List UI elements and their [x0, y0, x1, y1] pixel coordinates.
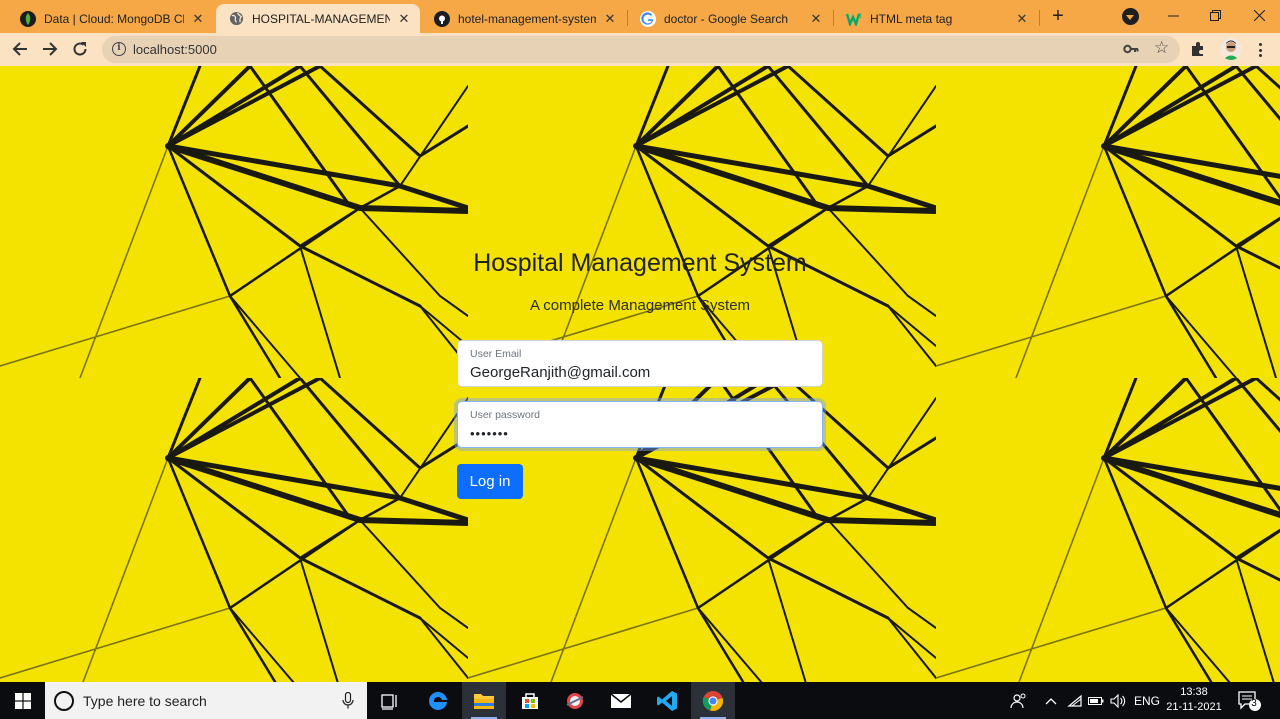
new-tab-button[interactable]: +	[1047, 4, 1069, 28]
language-indicator[interactable]: ENG	[1132, 682, 1162, 719]
wifi-icon[interactable]	[1066, 682, 1084, 719]
close-icon[interactable]: ✕	[396, 11, 412, 27]
notification-center-icon[interactable]: 3	[1234, 682, 1264, 719]
start-button[interactable]	[0, 682, 45, 719]
page-subtitle: A complete Management System	[529, 297, 751, 314]
file-explorer-icon[interactable]	[462, 682, 506, 719]
cortana-icon[interactable]	[54, 691, 74, 711]
email-input[interactable]: GeorgeRanjith@gmail.com	[470, 364, 650, 381]
tab-title: hotel-management-system/p	[458, 11, 596, 26]
address-bar[interactable]: i localhost:5000 ☆	[102, 36, 1180, 63]
tab-hospital-management[interactable]: HOSPITAL-MANAGEMENT ✕	[216, 4, 420, 33]
people-icon[interactable]	[1008, 682, 1030, 719]
back-button[interactable]	[7, 36, 33, 62]
email-field[interactable]: User Email GeorgeRanjith@gmail.com	[457, 340, 823, 387]
browser-toolbar: i localhost:5000 ☆	[0, 33, 1280, 66]
tab-search-icon[interactable]	[1122, 8, 1139, 25]
mail-icon[interactable]	[599, 682, 643, 719]
url-text[interactable]: localhost:5000	[133, 42, 217, 57]
task-view-icon[interactable]	[368, 682, 412, 719]
notification-count: 3	[1251, 698, 1257, 709]
tab-title: HOSPITAL-MANAGEMENT	[252, 11, 390, 26]
profile-avatar[interactable]	[1220, 38, 1242, 60]
windows-logo-icon	[14, 692, 31, 709]
reload-button[interactable]	[67, 36, 93, 62]
close-icon[interactable]: ✕	[1014, 11, 1030, 27]
google-icon	[640, 10, 656, 27]
search-placeholder: Type here to search	[83, 693, 207, 709]
svg-text:3: 3	[858, 13, 862, 20]
password-input[interactable]: •••••••	[470, 426, 509, 441]
battery-icon[interactable]	[1087, 682, 1105, 719]
password-label: User password	[470, 409, 541, 421]
browser-menu-icon[interactable]	[1253, 41, 1267, 59]
mongodb-leaf-icon	[20, 10, 36, 27]
windows-taskbar: Type here to search ENG 13:38 21-11-2021…	[0, 682, 1280, 719]
close-window-button[interactable]	[1238, 0, 1280, 30]
tab-title: Data | Cloud: MongoDB Cloud	[44, 11, 184, 26]
clock-time: 13:38	[1180, 686, 1208, 698]
tab-html-meta[interactable]: 3 HTML meta tag ✕	[834, 4, 1038, 33]
taskbar-clock[interactable]: 13:38 21-11-2021	[1163, 685, 1225, 715]
snip-icon[interactable]	[553, 682, 597, 719]
tab-github[interactable]: hotel-management-system/p ✕	[422, 4, 626, 33]
login-page: Hospital Management System A complete Ma…	[0, 66, 1280, 682]
vscode-icon[interactable]	[645, 682, 689, 719]
volume-icon[interactable]	[1109, 682, 1127, 719]
page-viewport: Hospital Management System A complete Ma…	[0, 66, 1280, 682]
browser-tab-strip: Data | Cloud: MongoDB Cloud ✕ HOSPITAL-M…	[0, 0, 1280, 33]
microphone-icon[interactable]	[342, 691, 354, 709]
close-icon[interactable]: ✕	[190, 11, 206, 27]
tab-title: HTML meta tag	[870, 11, 953, 26]
bookmark-star-icon[interactable]: ☆	[1154, 38, 1169, 58]
edge-icon[interactable]	[416, 682, 460, 719]
email-label: User Email	[470, 348, 522, 360]
restore-button[interactable]	[1194, 0, 1236, 30]
tab-separator	[1039, 10, 1040, 26]
store-icon[interactable]	[508, 682, 552, 719]
password-key-icon[interactable]	[1123, 42, 1139, 56]
minimize-button[interactable]	[1152, 0, 1194, 30]
page-title: Hospital Management System	[473, 249, 807, 277]
clock-date: 21-11-2021	[1166, 701, 1222, 713]
site-info-icon[interactable]: i	[112, 42, 126, 56]
taskbar-search-box[interactable]: Type here to search	[45, 682, 367, 719]
close-icon[interactable]: ✕	[602, 11, 618, 27]
tab-mongodb[interactable]: Data | Cloud: MongoDB Cloud ✕	[8, 4, 214, 33]
chrome-icon[interactable]	[691, 682, 735, 719]
chevron-up-icon[interactable]	[1042, 682, 1060, 719]
tab-google-search[interactable]: doctor - Google Search ✕	[628, 4, 832, 33]
tab-title: doctor - Google Search	[664, 11, 789, 26]
extensions-puzzle-icon[interactable]	[1189, 40, 1207, 58]
login-button[interactable]: Log in	[457, 464, 523, 499]
github-icon	[434, 10, 450, 27]
close-icon[interactable]: ✕	[808, 11, 824, 27]
forward-button[interactable]	[37, 36, 63, 62]
globe-icon	[228, 11, 244, 27]
password-field[interactable]: User password •••••••	[457, 401, 823, 448]
w3schools-icon: 3	[846, 11, 862, 27]
